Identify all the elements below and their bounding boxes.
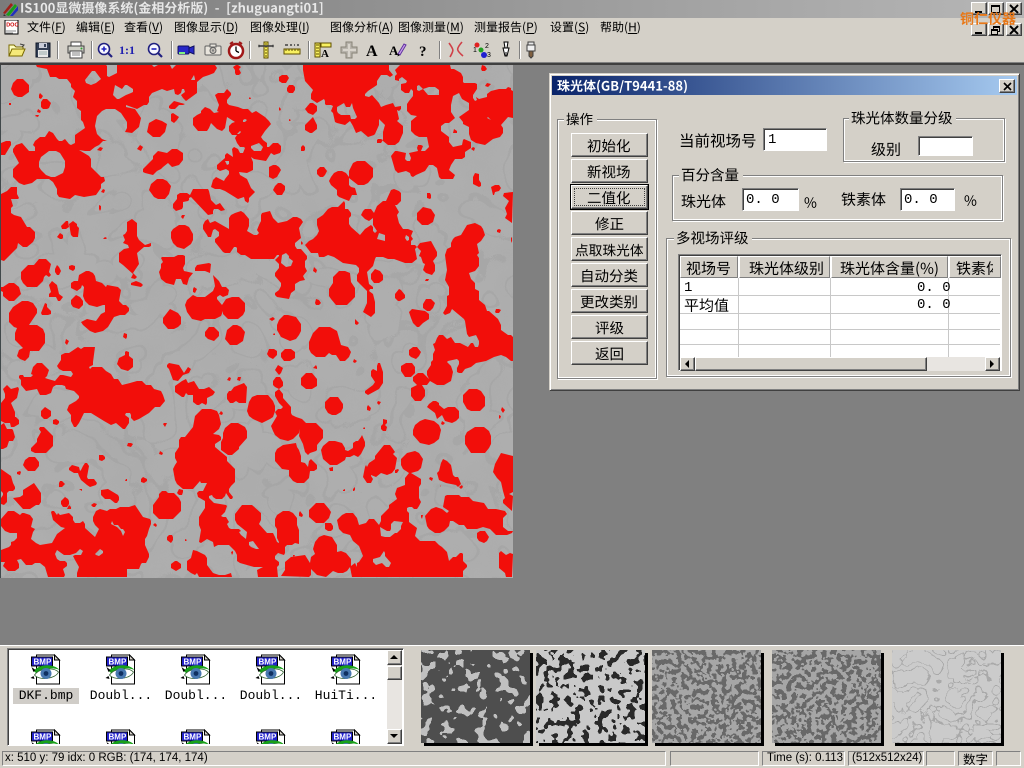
svg-text:BMP: BMP (109, 733, 127, 742)
svg-text:BMP: BMP (259, 733, 277, 742)
svg-text:BMP: BMP (184, 733, 202, 742)
svg-text:BMP: BMP (259, 658, 277, 667)
svg-text:1: 1 (473, 47, 477, 54)
svg-text:BMP: BMP (34, 733, 52, 742)
svg-text:BMP: BMP (334, 658, 352, 667)
svg-text:?: ? (419, 44, 427, 60)
svg-text:BMP: BMP (184, 658, 202, 667)
svg-text:2: 2 (485, 43, 489, 50)
svg-text:3: 3 (487, 52, 491, 59)
svg-text:A: A (389, 43, 399, 58)
svg-text:DOC: DOC (6, 23, 18, 29)
svg-text:1:1: 1:1 (119, 43, 135, 57)
svg-text:BMP: BMP (334, 733, 352, 742)
svg-text:A: A (321, 48, 329, 60)
svg-text:BMP: BMP (109, 658, 127, 667)
svg-text:A: A (366, 43, 378, 60)
svg-text:BMP: BMP (34, 658, 52, 667)
